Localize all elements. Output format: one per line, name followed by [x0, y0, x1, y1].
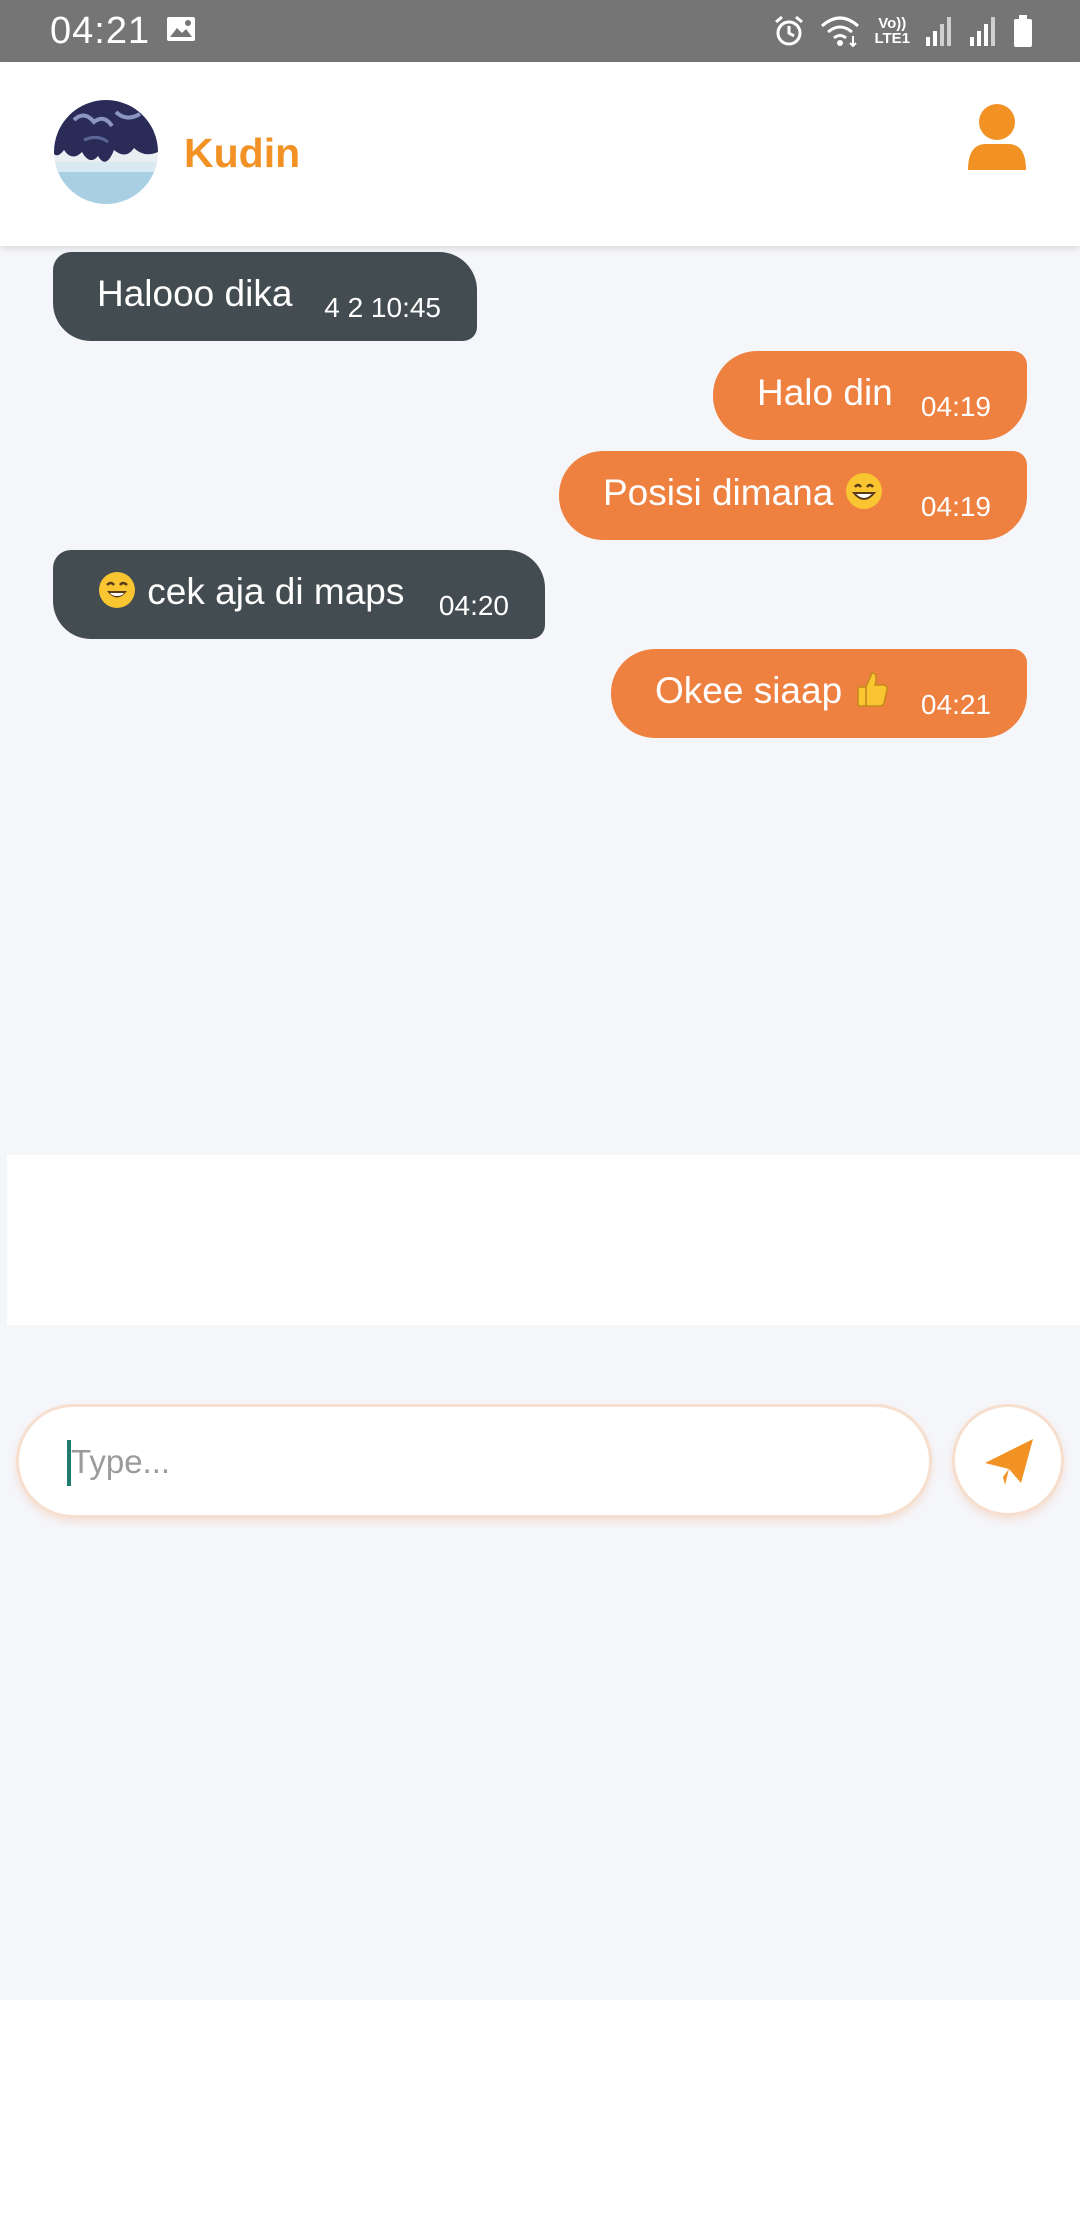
message-input[interactable]: Type...: [16, 1404, 932, 1518]
message-text: Halo din: [757, 372, 893, 413]
message-time: 04:19: [920, 491, 991, 522]
chat-header: Kudin: [0, 62, 1080, 246]
message-time: 04:21: [920, 689, 991, 720]
wifi-icon: [821, 16, 860, 48]
message-bubble-incoming[interactable]: cek aja di maps 04:20: [53, 550, 545, 639]
message-text: Okee siaap: [655, 670, 843, 711]
message-text: cek aja di maps: [147, 571, 405, 612]
bottom-panel: [0, 2000, 1080, 2220]
profile-button[interactable]: [964, 102, 1030, 174]
signal-icon-2: [970, 17, 995, 46]
signal-icon: [926, 17, 951, 46]
person-icon: [968, 104, 1026, 170]
message-list[interactable]: Halooo dika 4 2 10:45 Halo din 04:19 Pos…: [0, 246, 1080, 1152]
message-text: Halooo dika: [97, 273, 293, 314]
message-time: 04:19: [920, 391, 991, 422]
smiling-face-emoji-icon: [99, 572, 135, 608]
message-bubble-outgoing[interactable]: Okee siaap 04:21: [611, 649, 1027, 738]
message-bubble-outgoing[interactable]: Posisi dimana 04:19: [559, 451, 1027, 540]
volte-line1: Vo)): [878, 15, 907, 32]
avatar[interactable]: [54, 100, 158, 204]
white-panel: [7, 1155, 1080, 1325]
thumbs-up-emoji-icon: [857, 672, 889, 707]
message-text-wrap: cek aja di maps: [97, 570, 404, 614]
alarm-icon: [775, 15, 804, 46]
message-text-wrap: Okee siaap: [655, 669, 892, 713]
message-bubble-outgoing[interactable]: Halo din 04:19: [713, 351, 1027, 440]
paper-plane-icon: [985, 1439, 1033, 1485]
message-text: Posisi dimana: [603, 472, 834, 513]
volte-line2: LTE1: [874, 30, 910, 47]
battery-icon: [1014, 15, 1032, 47]
image-icon: [167, 17, 195, 41]
contact-name[interactable]: Kudin: [184, 128, 300, 178]
message-time: 04:20: [438, 590, 509, 621]
send-button[interactable]: [952, 1404, 1064, 1516]
message-time: 4 2 10:45: [324, 292, 441, 323]
message-text-wrap: Posisi dimana: [603, 471, 884, 515]
message-bubble-incoming[interactable]: Halooo dika 4 2 10:45: [53, 252, 477, 341]
message-input-placeholder: Type...: [71, 1443, 171, 1480]
avatar-image: [54, 100, 158, 204]
status-time: 04:21: [50, 10, 151, 52]
status-bar: 04:21 Vo)) LTE1: [0, 0, 1080, 62]
volte-indicator: Vo)) LTE1: [874, 16, 910, 46]
grinning-face-emoji-icon: [845, 473, 882, 509]
